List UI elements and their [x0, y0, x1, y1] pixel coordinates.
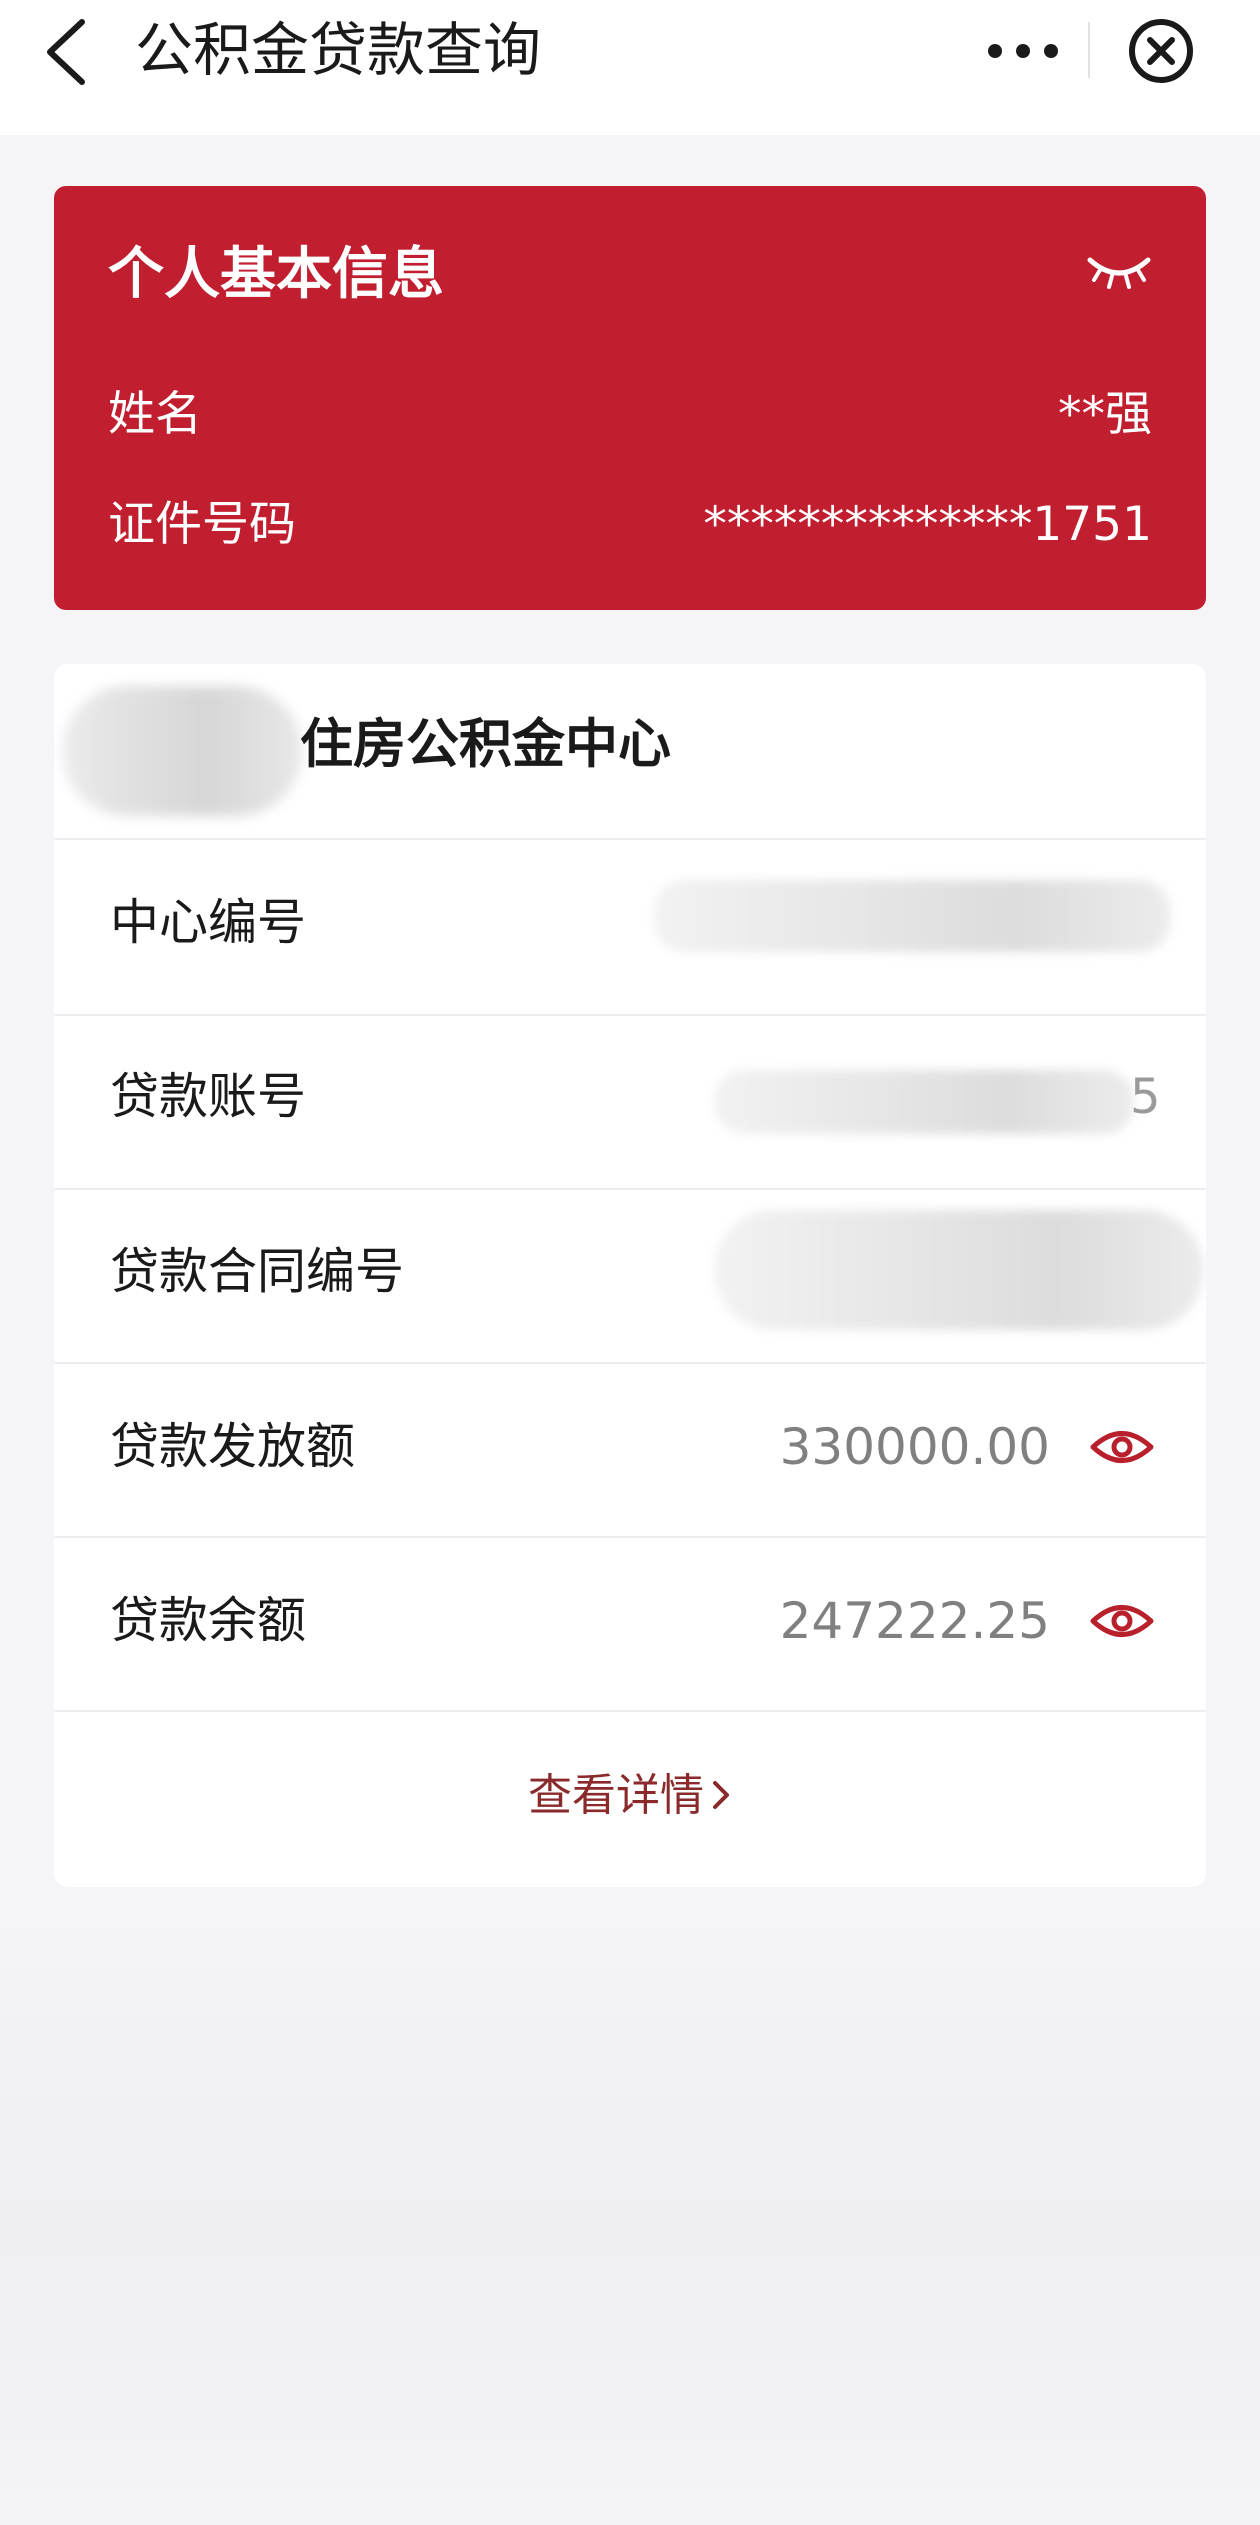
name-value: **强	[1058, 387, 1152, 442]
personal-info-title: 个人基本信息	[108, 242, 444, 307]
contract-number-label: 贷款合同编号	[110, 1243, 405, 1300]
background-blurred-area	[0, 1930, 1260, 2525]
row-divider	[54, 1362, 1206, 1364]
loan-issued-amount-value: 330000.00	[779, 1418, 1050, 1476]
row-divider	[54, 1188, 1206, 1190]
loan-issued-amount-label: 贷款发放额	[110, 1418, 356, 1475]
loan-account-partial-digit: 5	[1130, 1069, 1161, 1125]
center-logo-blurred	[62, 686, 302, 816]
row-divider	[54, 1014, 1206, 1016]
row-divider	[54, 838, 1206, 840]
center-number-label: 中心编号	[110, 894, 307, 951]
row-divider	[54, 1536, 1206, 1538]
eye-open-icon[interactable]	[1090, 1600, 1154, 1642]
nav-divider	[1088, 22, 1090, 78]
eye-open-icon[interactable]	[1090, 1426, 1154, 1468]
nav-bar: 公积金贷款查询	[0, 0, 1260, 135]
view-details-label: 查看详情	[528, 1770, 704, 1821]
more-dots-icon[interactable]	[985, 28, 1061, 74]
id-number-label: 证件号码	[108, 497, 296, 552]
eye-closed-icon[interactable]	[1086, 250, 1152, 294]
back-arrow-icon[interactable]	[40, 14, 100, 90]
personal-info-card: 个人基本信息 姓名 **强 证件号码 **************1751	[54, 186, 1206, 610]
page-title: 公积金贷款查询	[135, 16, 542, 84]
id-number-value: **************1751	[703, 497, 1152, 552]
chevron-right-icon	[713, 1781, 729, 1809]
loan-balance-label: 贷款余额	[110, 1592, 307, 1649]
loan-account-value-blurred	[714, 1070, 1134, 1134]
center-name: 住房公积金中心	[300, 714, 671, 775]
contract-number-value-blurred	[714, 1210, 1204, 1330]
loan-account-label: 贷款账号	[110, 1068, 307, 1125]
row-divider	[54, 1710, 1206, 1712]
loan-balance-value: 247222.25	[779, 1592, 1050, 1650]
loan-card: 住房公积金中心 中心编号 贷款账号 5 贷款合同编号 贷款发放额 330000.…	[54, 664, 1206, 1887]
center-number-value-blurred	[654, 880, 1170, 952]
view-details-link[interactable]: 查看详情	[54, 1766, 1206, 1826]
name-label: 姓名	[108, 387, 202, 442]
close-circle-icon[interactable]	[1128, 18, 1194, 84]
